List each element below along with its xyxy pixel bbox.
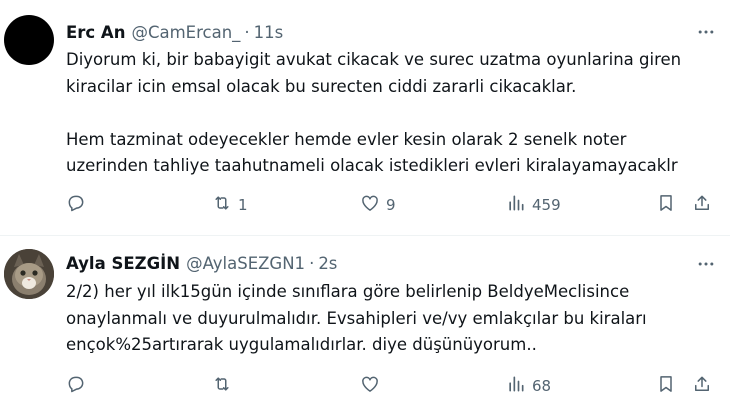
views-chart-icon (506, 193, 526, 217)
retweet-button[interactable] (212, 374, 238, 398)
avatar[interactable] (4, 249, 54, 299)
user-handle[interactable]: @CamErcan_ (131, 23, 240, 42)
separator-dot: · (244, 22, 250, 42)
bookmark-icon (656, 374, 676, 398)
like-button[interactable]: 9 (360, 193, 396, 217)
share-button[interactable] (692, 193, 712, 217)
reply-icon (66, 193, 86, 217)
tweet-text-line (66, 100, 716, 127)
more-horizontal-icon[interactable] (696, 22, 716, 42)
heart-icon (360, 193, 380, 217)
bookmark-icon (656, 193, 676, 217)
retweet-icon (212, 193, 232, 217)
tweet-text-line: onaylanmalı ve duyurulmalıdır. Evsahiple… (66, 308, 647, 328)
view-count: 68 (532, 377, 552, 395)
share-button[interactable] (692, 374, 712, 398)
user-handle[interactable]: @AylaSEZGN1 (186, 254, 305, 273)
share-icon (692, 374, 712, 398)
share-icon (692, 193, 712, 217)
like-button[interactable] (360, 374, 386, 398)
reply-button[interactable] (66, 374, 92, 398)
view-count: 459 (532, 196, 561, 214)
tweet[interactable]: Ayla SEZGİN @AylaSEZGN1 · 2s 2/2) her yı… (0, 236, 730, 420)
tweet-actions: 68 (66, 374, 726, 398)
retweet-count: 1 (238, 196, 248, 214)
reply-icon (66, 374, 86, 398)
views-chart-icon (506, 374, 526, 398)
timestamp[interactable]: 11s (254, 23, 284, 42)
bookmark-button[interactable] (656, 193, 676, 217)
more-horizontal-icon[interactable] (696, 254, 716, 274)
reply-button[interactable] (66, 193, 92, 217)
tweet-text-line: ençok%25artırarak uygulamalıdırlar. diye… (66, 335, 537, 354)
tweet-text-line: uzerinden tahliye taahutnameli olacak is… (66, 156, 678, 175)
tweet[interactable]: Erc An @CamErcan_ · 11s Diyorum ki, bir … (0, 0, 730, 236)
tweet-text: Diyorum ki, bir babayigit avukat cikacak… (66, 47, 716, 180)
avatar[interactable] (4, 15, 54, 65)
tweet-text-line: 2/2) her yıl ilk15gün içinde sınıflara g… (66, 282, 630, 301)
views-button[interactable]: 459 (506, 193, 561, 217)
separator-dot: · (309, 253, 315, 273)
display-name[interactable]: Erc An (66, 23, 125, 42)
views-button[interactable]: 68 (506, 374, 551, 398)
tweet-text-line: kiracilar icin emsal olacak bu surecten … (66, 76, 577, 96)
tweet-header: Ayla SEZGİN @AylaSEZGN1 · 2s (66, 253, 337, 273)
tweet-header: Erc An @CamErcan_ · 11s (66, 22, 283, 42)
heart-icon (360, 374, 380, 398)
like-count: 9 (386, 196, 396, 214)
bookmark-button[interactable] (656, 374, 676, 398)
display-name[interactable]: Ayla SEZGİN (66, 254, 180, 273)
retweet-button[interactable]: 1 (212, 193, 248, 217)
retweet-icon (212, 374, 232, 398)
tweet-actions: 1 9 459 (66, 193, 726, 217)
tweet-text-line: Hem tazminat odeyecekler hemde evler kes… (66, 129, 627, 149)
tweet-text-line: Diyorum ki, bir babayigit avukat cikacak… (66, 50, 682, 69)
timestamp[interactable]: 2s (318, 254, 337, 273)
tweet-text: 2/2) her yıl ilk15gün içinde sınıflara g… (66, 279, 716, 359)
